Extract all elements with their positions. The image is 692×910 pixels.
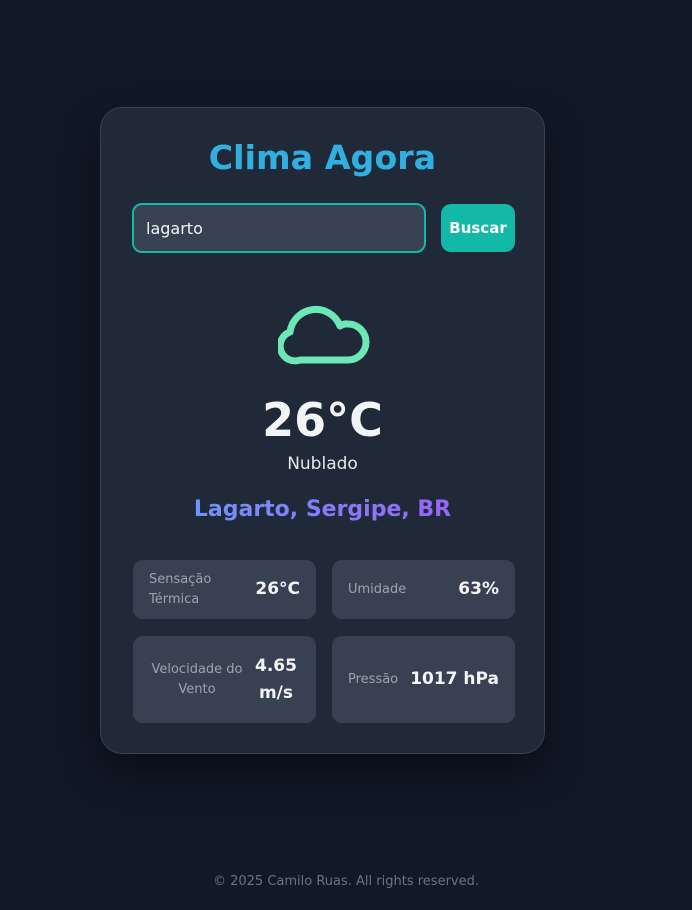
stat-wind-speed: Velocidade do Vento 4.65 m/s [133, 636, 316, 723]
stat-label: Sensação Térmica [149, 571, 212, 607]
app-title: Clima Agora [101, 138, 544, 177]
stat-label: Pressão [348, 671, 399, 687]
weather-card: Clima Agora Buscar 26°C Nublado Lagarto,… [100, 107, 545, 754]
stat-value: 26°C [255, 579, 300, 599]
stat-value: 1017 hPa [410, 669, 499, 689]
stat-value: 4.65 m/s [255, 655, 297, 703]
search-button[interactable]: Buscar [441, 204, 515, 252]
stat-label: Velocidade do Vento [151, 661, 243, 697]
footer-copyright: © 2025 Camilo Ruas. All rights reserved. [212, 874, 479, 889]
stat-humidity: Umidade 63% [332, 560, 515, 619]
weather-condition: Nublado [287, 454, 358, 474]
page: Clima Agora Buscar 26°C Nublado Lagarto,… [0, 0, 692, 910]
stat-label: Umidade [348, 581, 407, 597]
stat-pressure: Pressão 1017 hPa [332, 636, 515, 723]
temperature: 26°C [262, 393, 383, 447]
location-name: Lagarto, Sergipe, BR [101, 497, 544, 522]
stat-value: 63% [458, 579, 499, 599]
city-search-input[interactable] [132, 203, 426, 253]
cloud-icon [278, 305, 370, 365]
stat-feels-like: Sensação Térmica 26°C [133, 560, 316, 619]
